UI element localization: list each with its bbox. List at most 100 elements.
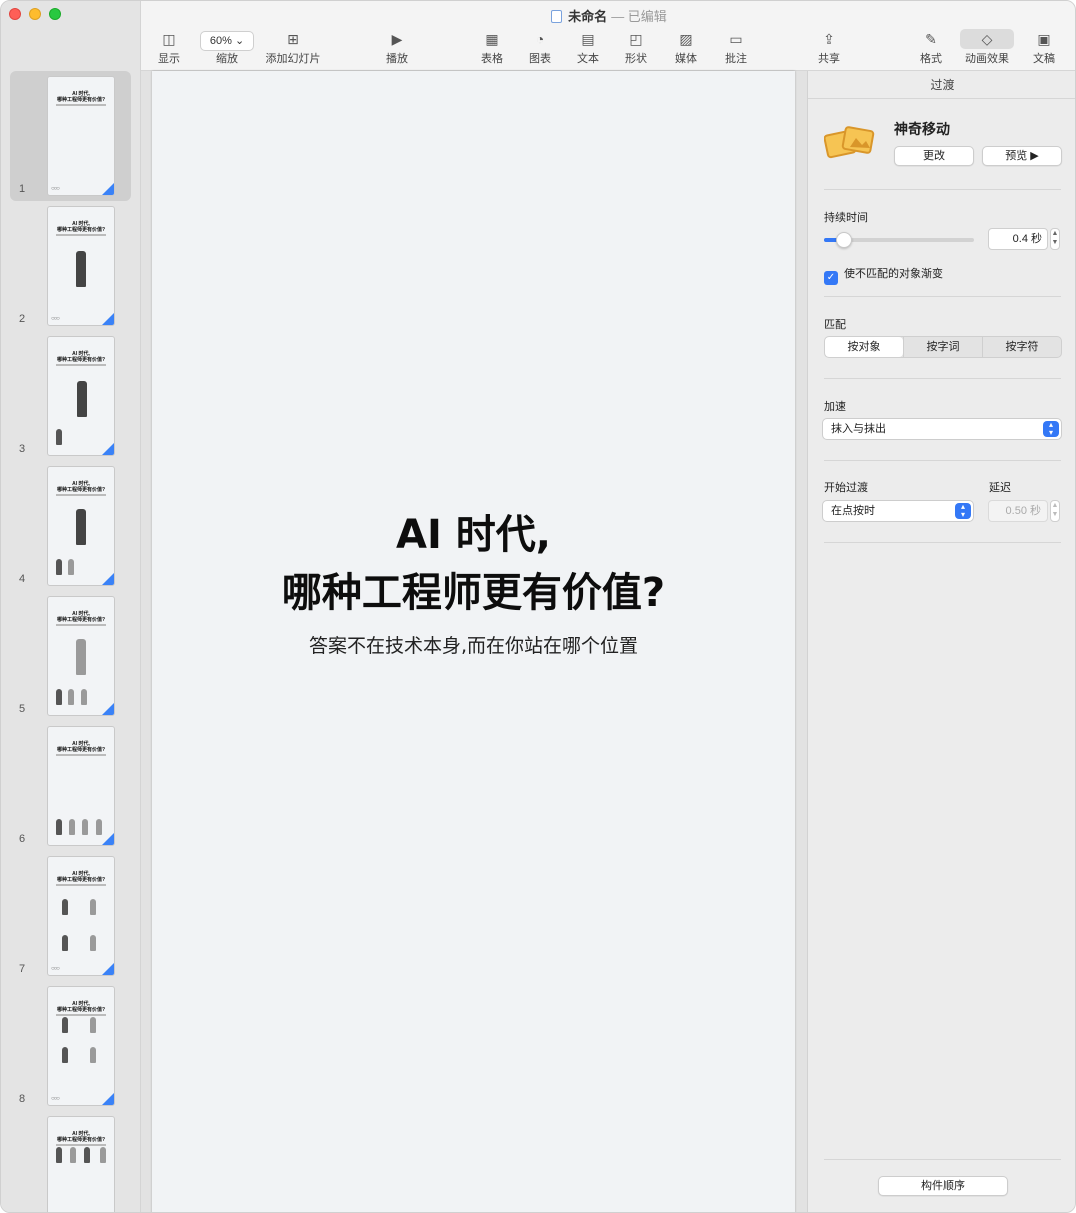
transition-marker bbox=[102, 963, 114, 975]
media-button[interactable]: ▨ 媒体 bbox=[670, 29, 702, 66]
person-figure bbox=[76, 639, 86, 675]
effect-name: 神奇移动 bbox=[894, 121, 950, 137]
comment-icon: ▭ bbox=[729, 31, 743, 47]
slide-thumbnail[interactable]: 1 AI 时代, 哪种工程师更有价值? ○○○ bbox=[1, 71, 141, 201]
person-figure bbox=[82, 819, 88, 835]
thumb-title: AI 时代, 哪种工程师更有价值? bbox=[56, 91, 106, 103]
slide-preview[interactable]: AI 时代, 哪种工程师更有价值? ○○○ bbox=[47, 856, 115, 976]
window-controls bbox=[9, 8, 61, 20]
person-figure bbox=[69, 819, 75, 835]
transition-marker bbox=[102, 833, 114, 845]
match-by-object[interactable]: 按对象 bbox=[825, 337, 903, 357]
animate-button[interactable]: ◇ 动画效果 bbox=[959, 29, 1015, 66]
thumb-subtitle bbox=[56, 364, 106, 366]
slide-number: 7 bbox=[19, 963, 26, 975]
slide-thumbnail[interactable]: 4 AI 时代, 哪种工程师更有价值? bbox=[1, 461, 141, 591]
acceleration-select[interactable]: 抹入与抹出 ▴ ▾ bbox=[822, 418, 1062, 440]
text-button[interactable]: ▤ 文本 bbox=[572, 29, 604, 66]
table-button[interactable]: ▦ 表格 bbox=[476, 29, 508, 66]
add-slide-button[interactable]: ⊞ 添加幻灯片 bbox=[261, 29, 325, 66]
zoom-menu[interactable]: 60% ⌄ 缩放 bbox=[199, 29, 255, 66]
shape-button[interactable]: ◰ 形状 bbox=[620, 29, 652, 66]
duration-slider[interactable] bbox=[824, 232, 974, 248]
slide-preview[interactable]: AI 时代, 哪种工程师更有价值? ○○○ bbox=[47, 986, 115, 1106]
paintbrush-icon: ✎ bbox=[925, 31, 937, 47]
format-button[interactable]: ✎ 格式 bbox=[915, 29, 947, 66]
person-figure bbox=[76, 251, 86, 287]
thumb-build-dots: ○○○ bbox=[51, 966, 60, 972]
divider bbox=[824, 1159, 1061, 1160]
delay-label: 延迟 bbox=[989, 482, 1011, 494]
slide-subtitle[interactable]: 答案不在技术本身,而在你站在哪个位置 bbox=[152, 631, 795, 658]
slide-number: 2 bbox=[19, 313, 26, 325]
slide-preview[interactable]: AI 时代, 哪种工程师更有价值? bbox=[47, 726, 115, 846]
slide-preview[interactable]: AI 时代, 哪种工程师更有价值? ○○○ bbox=[47, 76, 115, 196]
slide-title[interactable]: AI 时代, 哪种工程师更有价值? bbox=[152, 506, 795, 622]
add-slide-icon: ⊞ bbox=[287, 31, 299, 47]
slide-preview[interactable]: AI 时代, 哪种工程师更有价值? ○○○ bbox=[47, 206, 115, 326]
thumb-subtitle bbox=[56, 1144, 106, 1146]
share-button[interactable]: ⇪ 共享 bbox=[813, 29, 845, 66]
acceleration-label: 加速 bbox=[824, 401, 846, 413]
fade-checkbox-row[interactable]: ✓ 使不匹配的对象渐变 bbox=[824, 265, 1061, 285]
play-icon: ▶ bbox=[391, 31, 403, 47]
checkmark-icon[interactable]: ✓ bbox=[824, 271, 838, 285]
chart-button[interactable]: ◔ 图表 bbox=[524, 29, 556, 66]
match-by-character[interactable]: 按字符 bbox=[982, 337, 1061, 357]
duration-label: 持续时间 bbox=[824, 212, 868, 224]
slide-thumbnail[interactable]: 8 AI 时代, 哪种工程师更有价值? ○○○ bbox=[1, 981, 141, 1111]
slide-navigator: 1 AI 时代, 哪种工程师更有价值? ○○○ 2 AI 时代, 哪种工程师更有价值… bbox=[1, 1, 141, 1212]
slide-thumbnail[interactable]: 6 AI 时代, 哪种工程师更有价值? bbox=[1, 721, 141, 851]
person-figure bbox=[68, 689, 74, 705]
thumb-title: AI 时代, 哪种工程师更有价值? bbox=[56, 221, 106, 233]
start-transition-select[interactable]: 在点按时 ▴ ▾ bbox=[822, 500, 974, 522]
person-figure bbox=[90, 1017, 96, 1033]
duration-stepper[interactable]: ▲ ▼ bbox=[1050, 228, 1060, 250]
slide-thumbnail[interactable]: 9 AI 时代,哪种工程师更有价值? bbox=[1, 1111, 141, 1212]
person-figure bbox=[90, 899, 96, 915]
match-label: 匹配 bbox=[824, 319, 846, 331]
preview-button[interactable]: 预览 ▶ bbox=[982, 146, 1062, 166]
thumb-subtitle bbox=[56, 624, 106, 626]
build-order-button[interactable]: 构件顺序 bbox=[878, 1176, 1008, 1196]
slide-canvas[interactable]: AI 时代, 哪种工程师更有价值? 答案不在技术本身,而在你站在哪个位置 bbox=[152, 71, 795, 1212]
updown-chevron-icon: ▴ ▾ bbox=[1043, 421, 1059, 437]
thumb-title: AI 时代, 哪种工程师更有价值? bbox=[56, 1131, 106, 1143]
play-button[interactable]: ▶ 播放 bbox=[381, 29, 413, 66]
slide-thumbnail[interactable]: 5 AI 时代, 哪种工程师更有价值? bbox=[1, 591, 141, 721]
match-segmented-control[interactable]: 按对象 按字词 按字符 bbox=[824, 336, 1062, 358]
slide-thumbnail[interactable]: 7 AI 时代, 哪种工程师更有价值? ○○○ bbox=[1, 851, 141, 981]
zoom-value[interactable]: 60% ⌄ bbox=[200, 31, 254, 51]
tab-transition[interactable]: 过渡 bbox=[808, 71, 1075, 99]
thumb-title: AI 时代, 哪种工程师更有价值? bbox=[56, 481, 106, 493]
slide-number: 1 bbox=[19, 183, 26, 195]
slide-preview[interactable]: AI 时代, 哪种工程师更有价值? bbox=[47, 466, 115, 586]
thumb-title: AI 时代, 哪种工程师更有价值? bbox=[56, 611, 106, 623]
document-button[interactable]: ▣ 文稿 bbox=[1028, 29, 1060, 66]
slide-number: 4 bbox=[19, 573, 26, 585]
close-button[interactable] bbox=[9, 8, 21, 20]
duration-field[interactable]: 0.4 秒 bbox=[988, 228, 1048, 250]
comment-button[interactable]: ▭ 批注 bbox=[720, 29, 752, 66]
chevron-down-icon: ⌄ bbox=[234, 35, 245, 47]
slide-thumbnail-list[interactable]: 1 AI 时代, 哪种工程师更有价值? ○○○ 2 AI 时代, 哪种工程师更有价值… bbox=[1, 71, 141, 1212]
view-button[interactable]: ◫ 显示 bbox=[153, 29, 185, 66]
slide-thumbnail[interactable]: 3 AI 时代, 哪种工程师更有价值? bbox=[1, 331, 141, 461]
match-by-word[interactable]: 按字词 bbox=[903, 337, 982, 357]
person-figure bbox=[81, 689, 87, 705]
slide-preview[interactable]: AI 时代, 哪种工程师更有价值? bbox=[47, 596, 115, 716]
thumb-build-dots: ○○○ bbox=[51, 316, 60, 322]
delay-field[interactable]: 0.50 秒 bbox=[988, 500, 1048, 522]
slide-thumbnail[interactable]: 2 AI 时代, 哪种工程师更有价值? ○○○ bbox=[1, 201, 141, 331]
thumb-build-dots: ○○○ bbox=[51, 1096, 60, 1102]
table-icon: ▦ bbox=[485, 31, 499, 47]
change-button[interactable]: 更改 bbox=[894, 146, 974, 166]
slide-preview[interactable]: AI 时代, 哪种工程师更有价值? bbox=[47, 336, 115, 456]
minimize-button[interactable] bbox=[29, 8, 41, 20]
transition-marker bbox=[102, 313, 114, 325]
zoom-button[interactable] bbox=[49, 8, 61, 20]
delay-stepper[interactable]: ▲ ▼ bbox=[1050, 500, 1060, 522]
slide-preview[interactable]: AI 时代, 哪种工程师更有价值? bbox=[47, 1116, 115, 1212]
person-figure bbox=[62, 1047, 68, 1063]
slider-knob[interactable] bbox=[836, 232, 852, 248]
